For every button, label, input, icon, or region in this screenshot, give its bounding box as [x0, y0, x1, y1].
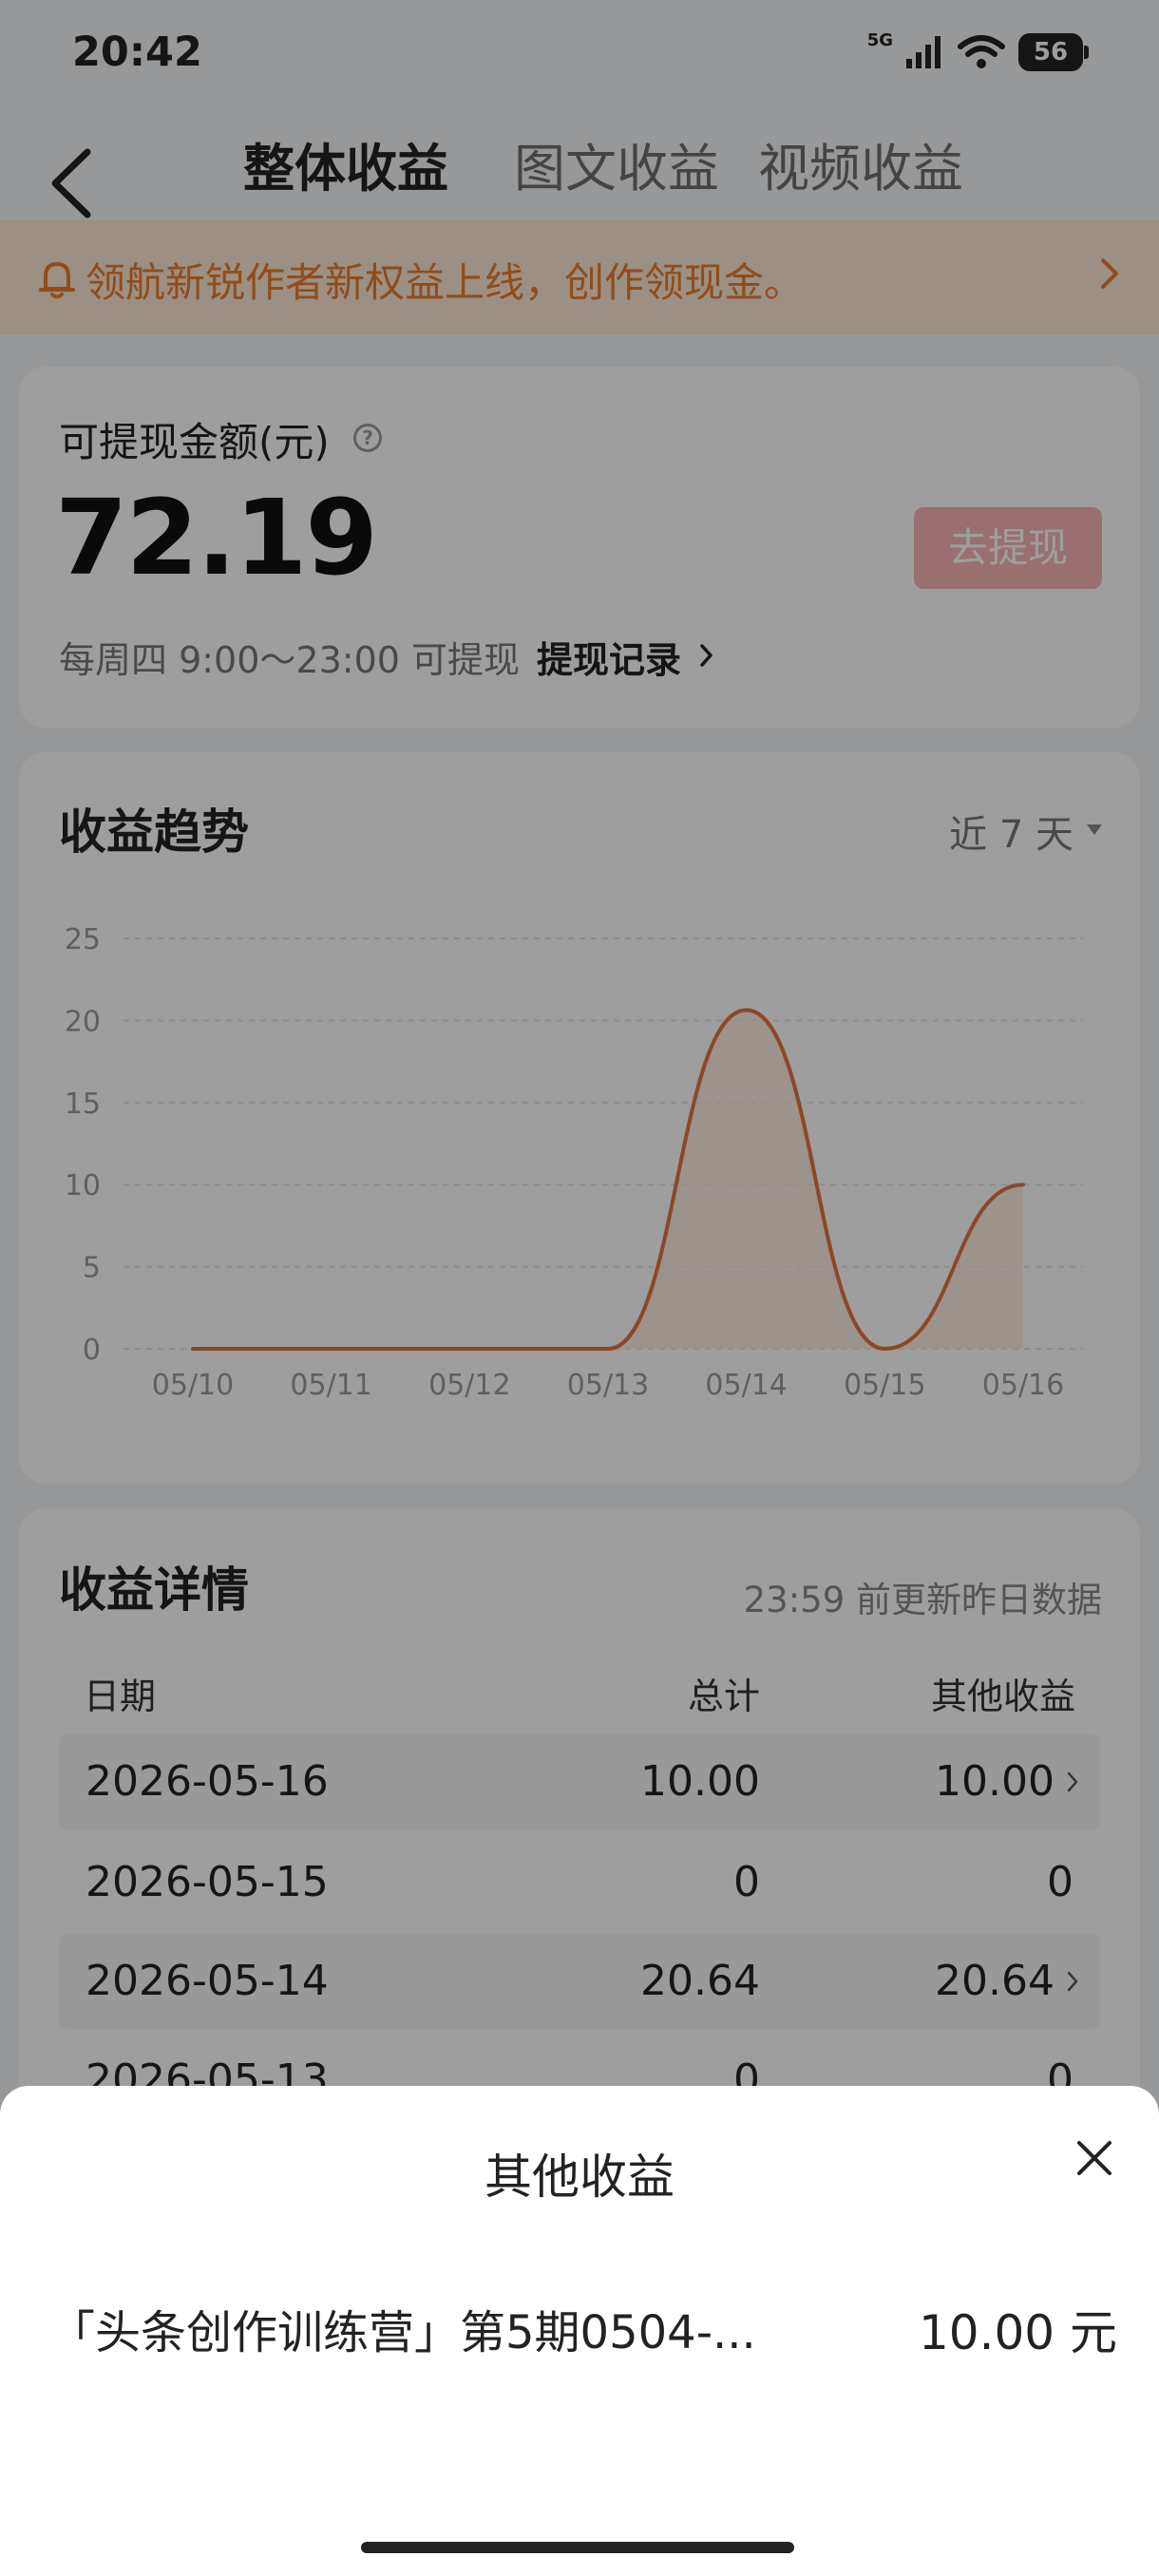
sheet-item-amount: 10.00 元 — [918, 2305, 1117, 2360]
sheet-item-name: 「头条创作训练营」第5期0504-... — [49, 2306, 756, 2359]
sheet-title: 其他收益 — [484, 2150, 674, 2205]
close-icon[interactable] — [1074, 2137, 1115, 2179]
home-indicator[interactable] — [361, 2542, 794, 2553]
